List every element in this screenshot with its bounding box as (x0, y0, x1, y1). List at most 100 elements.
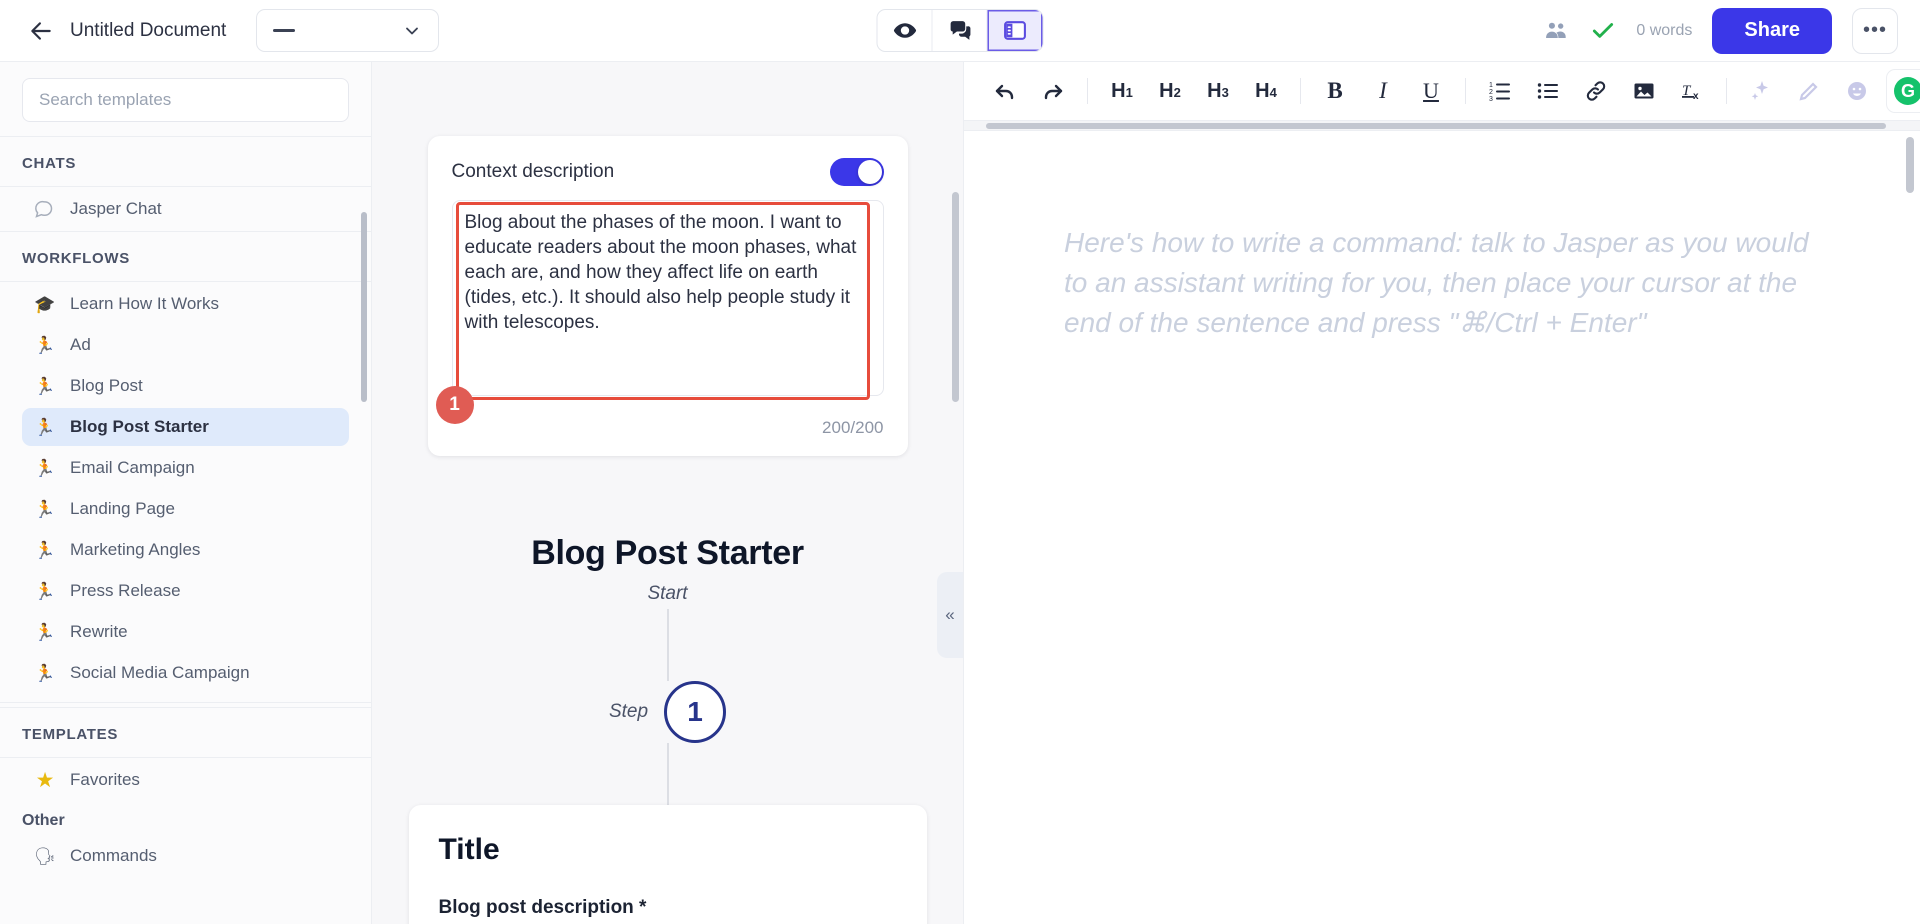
sidebar-item-favorites[interactable]: ★ Favorites (22, 761, 349, 799)
workflow-connector-line (667, 609, 669, 681)
sidebar-item-label: Jasper Chat (70, 199, 162, 219)
workflow-step-label: Step (609, 701, 648, 723)
search-input[interactable] (22, 78, 349, 122)
bullet-list-button[interactable] (1525, 70, 1571, 112)
h4-subscript: 4 (1270, 85, 1277, 100)
toggle-knob (858, 160, 882, 184)
sidebar-scrollbar[interactable] (361, 212, 367, 402)
view-mode-group (877, 9, 1044, 52)
sidebar-item-blog-post[interactable]: 🏃 Blog Post (22, 367, 349, 405)
editor-vertical-scrollbar[interactable] (1906, 137, 1914, 193)
sidebar-item-jasper-chat[interactable]: Jasper Chat (22, 190, 349, 228)
ordered-list-icon: 123 (1488, 79, 1512, 103)
comments-toggle[interactable] (933, 10, 988, 51)
context-description-card: Context description Blog about the phase… (428, 136, 908, 456)
underline-button[interactable]: U (1408, 70, 1454, 112)
sidebar-section-templates: TEMPLATES (0, 707, 371, 758)
sidebar-item-landing-page[interactable]: 🏃 Landing Page (22, 490, 349, 528)
people-icon[interactable] (1542, 17, 1570, 45)
workflow-title: Blog Post Starter (372, 534, 963, 573)
speaking-head-emoji-icon: 🗣 (34, 848, 56, 865)
sidebar-item-commands[interactable]: 🗣 Commands (22, 837, 349, 875)
workflow-step-row: Step 1 (372, 681, 963, 743)
sidebar-item-press-release[interactable]: 🏃 Press Release (22, 572, 349, 610)
undo-icon (993, 79, 1017, 103)
sidebar-item-label: Blog Post Starter (70, 417, 209, 437)
grammarly-button[interactable]: G (1886, 69, 1920, 113)
runner-emoji-icon: 🏃 (34, 419, 56, 436)
sidebar-section-chats: CHATS (0, 136, 371, 187)
workflow-step-number[interactable]: 1 (664, 681, 726, 743)
clear-format-icon: Tx (1680, 79, 1704, 103)
preview-toggle[interactable] (878, 10, 933, 51)
sidebar-item-label: Ad (70, 335, 91, 355)
workflow-panel: Context description Blog about the phase… (372, 62, 964, 924)
runner-emoji-icon: 🏃 (34, 501, 56, 518)
sidebar-item-social-media-campaign[interactable]: 🏃 Social Media Campaign (22, 654, 349, 692)
heading-3-button[interactable]: H3 (1195, 70, 1241, 112)
sidebar-item-label: Landing Page (70, 499, 175, 519)
word-count: 0 words (1636, 22, 1692, 40)
emoji-icon (1845, 79, 1869, 103)
heading-2-button[interactable]: H2 (1147, 70, 1193, 112)
h1-icon: H1 (1111, 80, 1133, 103)
context-description-toggle[interactable] (830, 158, 884, 186)
redo-button[interactable] (1030, 70, 1076, 112)
document-title[interactable]: Untitled Document (70, 20, 226, 42)
h3-subscript: 3 (1222, 85, 1229, 100)
sidebar-item-label: Press Release (70, 581, 181, 601)
sidebar-item-ad[interactable]: 🏃 Ad (22, 326, 349, 364)
main-body: CHATS Jasper Chat WORKFLOWS 🎓 Learn How … (0, 62, 1920, 924)
sidebar-item-learn-how-it-works[interactable]: 🎓 Learn How It Works (22, 285, 349, 323)
workflow-panel-scrollbar[interactable] (952, 192, 959, 402)
sidebar-item-email-campaign[interactable]: 🏃 Email Campaign (22, 449, 349, 487)
pencil-button[interactable] (1786, 70, 1832, 112)
undo-button[interactable] (982, 70, 1028, 112)
editor-horizontal-scrollbar[interactable] (964, 121, 1920, 131)
eye-icon (892, 18, 917, 43)
toolbar-separator (1465, 78, 1466, 104)
collapse-panel-button[interactable]: « (937, 572, 963, 658)
italic-button[interactable]: I (1360, 70, 1406, 112)
h1-subscript: 1 (1126, 85, 1133, 100)
search-container (0, 62, 371, 136)
sidebar-item-label: Commands (70, 846, 157, 866)
share-button[interactable]: Share (1712, 8, 1832, 54)
image-button[interactable] (1621, 70, 1667, 112)
svg-text:1: 1 (1489, 82, 1493, 89)
chevron-double-left-icon: « (945, 605, 954, 625)
runner-emoji-icon: 🏃 (34, 624, 56, 641)
sidebar-item-label: Favorites (70, 770, 140, 790)
emoji-button[interactable] (1834, 70, 1880, 112)
sidebar-item-rewrite[interactable]: 🏃 Rewrite (22, 613, 349, 651)
top-bar: Untitled Document (0, 0, 1920, 62)
heading-1-button[interactable]: H1 (1099, 70, 1145, 112)
document-editor: H1 H2 H3 H4 B I U (964, 62, 1920, 924)
heading-4-button[interactable]: H4 (1243, 70, 1289, 112)
context-description-value: Blog about the phases of the moon. I wan… (465, 211, 871, 335)
redo-icon (1041, 79, 1065, 103)
clear-format-button[interactable]: Tx (1669, 70, 1715, 112)
sidebar-item-marketing-angles[interactable]: 🏃 Marketing Angles (22, 531, 349, 569)
back-button[interactable] (22, 12, 60, 50)
bold-button[interactable]: B (1312, 70, 1358, 112)
document-type-select[interactable] (256, 9, 439, 52)
sidebar-item-label: Rewrite (70, 622, 128, 642)
panel-toggle[interactable] (988, 10, 1043, 51)
sparkle-button[interactable] (1738, 70, 1784, 112)
link-button[interactable] (1573, 70, 1619, 112)
more-options-button[interactable]: ••• (1852, 8, 1898, 54)
editor-canvas[interactable]: Here's how to write a command: talk to J… (964, 131, 1920, 924)
context-description-textarea[interactable]: Blog about the phases of the moon. I wan… (452, 200, 884, 396)
sidebar-item-blog-post-starter[interactable]: 🏃 Blog Post Starter (22, 408, 349, 446)
context-header: Context description (452, 158, 884, 186)
app-root: Untitled Document (0, 0, 1920, 924)
bold-icon: B (1327, 78, 1342, 104)
underline-icon: U (1423, 78, 1439, 104)
chat-bubbles-icon (947, 18, 972, 43)
sidebar-scroll-area: CHATS Jasper Chat WORKFLOWS 🎓 Learn How … (0, 136, 371, 924)
toolbar-separator (1087, 78, 1088, 104)
ordered-list-button[interactable]: 123 (1477, 70, 1523, 112)
runner-emoji-icon: 🏃 (34, 337, 56, 354)
scrollbar-thumb[interactable] (986, 123, 1886, 129)
